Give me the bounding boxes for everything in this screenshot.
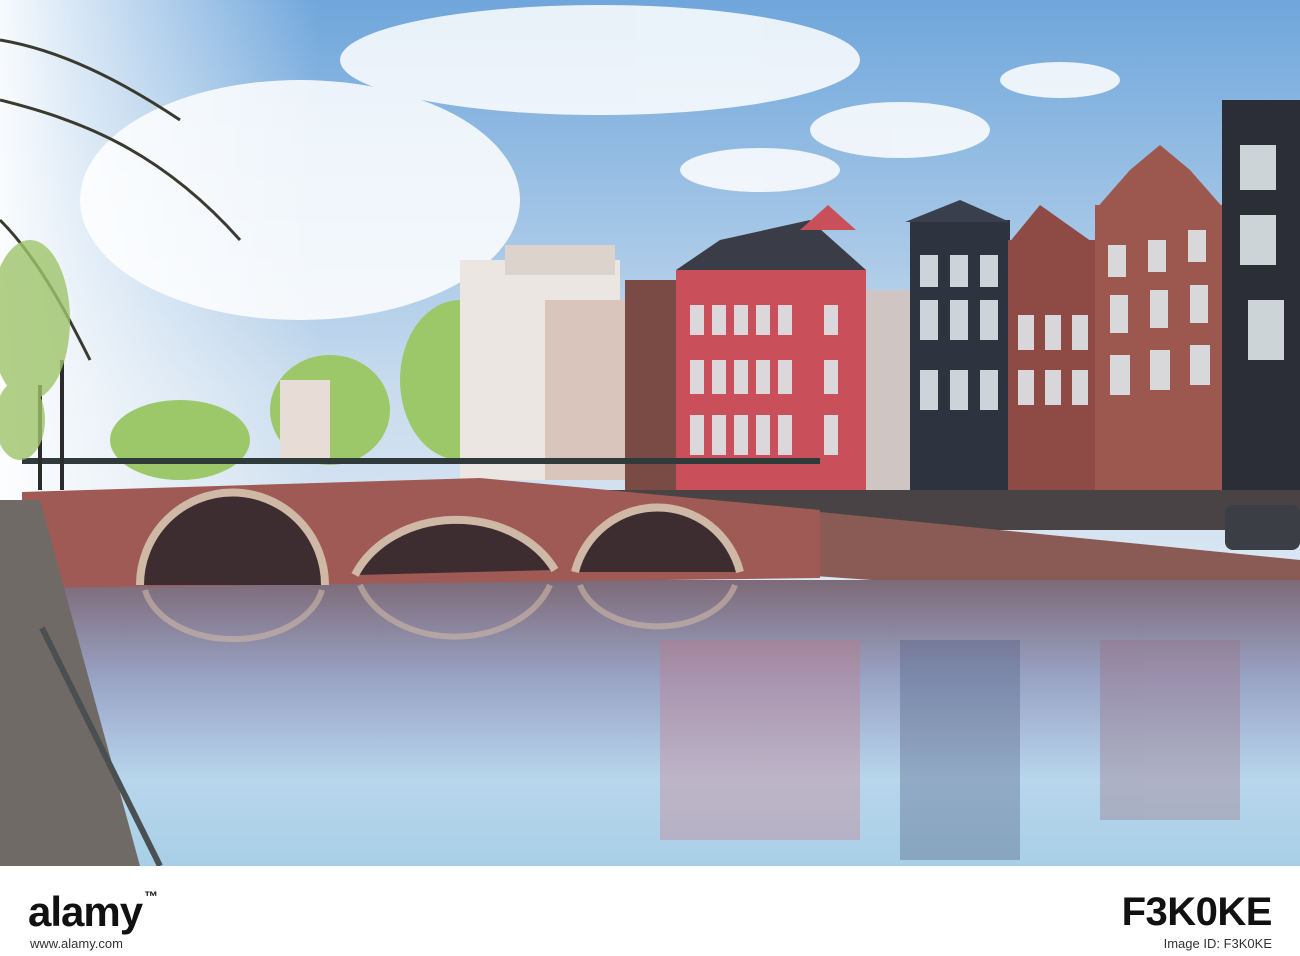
image-id-label: Image ID: F3K0KE (1163, 936, 1272, 951)
image-id-large: F3K0KE (1121, 890, 1273, 934)
brand-name: alamy (28, 888, 143, 935)
parked-car (1225, 505, 1300, 550)
alamy-logo: alamy ™ (28, 888, 158, 935)
watermark-footer: alamy ™ www.alamy.com F3K0KE Image ID: F3… (0, 866, 1300, 956)
canal-scene (0, 0, 1300, 866)
brand-site: www.alamy.com (30, 936, 123, 951)
stock-photo (0, 0, 1300, 866)
